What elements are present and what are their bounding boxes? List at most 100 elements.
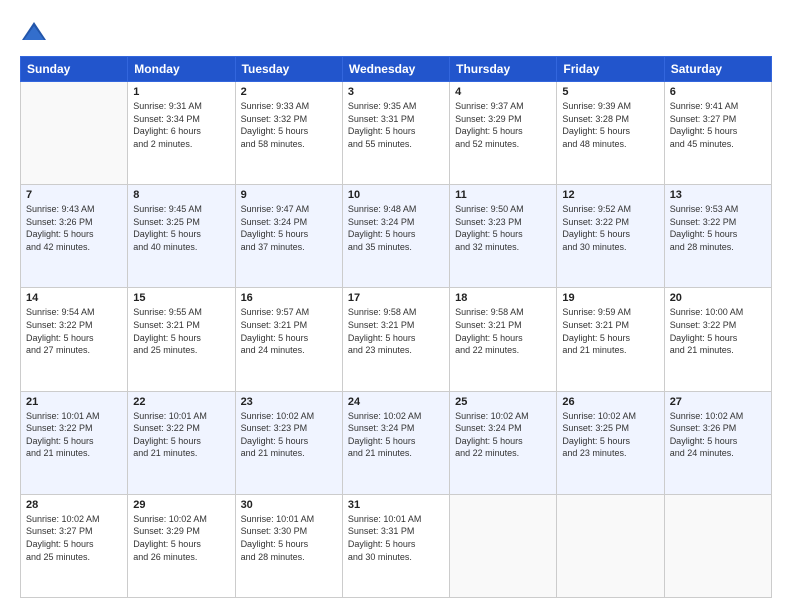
day-info: Sunrise: 9:55 AM Sunset: 3:21 PM Dayligh… xyxy=(133,306,229,356)
calendar-cell: 9 Sunrise: 9:47 AM Sunset: 3:24 PM Daylig… xyxy=(235,185,342,288)
day-info: Sunrise: 9:39 AM Sunset: 3:28 PM Dayligh… xyxy=(562,100,658,150)
day-info: Sunrise: 9:58 AM Sunset: 3:21 PM Dayligh… xyxy=(455,306,551,356)
calendar-cell: 16 Sunrise: 9:57 AM Sunset: 3:21 PM Dayli… xyxy=(235,288,342,391)
day-number: 18 xyxy=(455,292,551,304)
calendar-cell: 14 Sunrise: 9:54 AM Sunset: 3:22 PM Dayli… xyxy=(21,288,128,391)
calendar-cell: 6 Sunrise: 9:41 AM Sunset: 3:27 PM Daylig… xyxy=(664,82,771,185)
day-number: 8 xyxy=(133,189,229,201)
calendar-cell: 2 Sunrise: 9:33 AM Sunset: 3:32 PM Daylig… xyxy=(235,82,342,185)
day-info: Sunrise: 9:41 AM Sunset: 3:27 PM Dayligh… xyxy=(670,100,766,150)
day-info: Sunrise: 10:02 AM Sunset: 3:23 PM Daylig… xyxy=(241,410,337,460)
calendar-cell: 27 Sunrise: 10:02 AM Sunset: 3:26 PM Dayl… xyxy=(664,391,771,494)
calendar-cell: 22Sunrise: 10:01 AM Sunset: 3:22 PM Dayl… xyxy=(128,391,235,494)
day-number: 26 xyxy=(562,396,658,408)
day-number: 19 xyxy=(562,292,658,304)
day-info: Sunrise: 9:53 AM Sunset: 3:22 PM Dayligh… xyxy=(670,203,766,253)
calendar-cell: 28Sunrise: 10:02 AM Sunset: 3:27 PM Dayl… xyxy=(21,494,128,597)
calendar-week-row: 28Sunrise: 10:02 AM Sunset: 3:27 PM Dayl… xyxy=(21,494,772,597)
day-number: 27 xyxy=(670,396,766,408)
calendar-cell: 8 Sunrise: 9:45 AM Sunset: 3:25 PM Daylig… xyxy=(128,185,235,288)
calendar-cell: 25 Sunrise: 10:02 AM Sunset: 3:24 PM Dayl… xyxy=(450,391,557,494)
weekday-header-friday: Friday xyxy=(557,57,664,82)
calendar-week-row: 21 Sunrise: 10:01 AM Sunset: 3:22 PM Dayl… xyxy=(21,391,772,494)
calendar-cell: 24Sunrise: 10:02 AM Sunset: 3:24 PM Dayl… xyxy=(342,391,449,494)
day-number: 3 xyxy=(348,86,444,98)
day-info: Sunrise: 10:02 AM Sunset: 3:26 PM Daylig… xyxy=(670,410,766,460)
calendar-cell: 29Sunrise: 10:02 AM Sunset: 3:29 PM Dayl… xyxy=(128,494,235,597)
day-info: Sunrise: 10:02 AM Sunset: 3:29 PM Daylig… xyxy=(133,513,229,563)
calendar-cell: 20 Sunrise: 10:00 AM Sunset: 3:22 PM Dayl… xyxy=(664,288,771,391)
day-number: 17 xyxy=(348,292,444,304)
logo-icon xyxy=(20,18,48,46)
day-info: Sunrise: 9:59 AM Sunset: 3:21 PM Dayligh… xyxy=(562,306,658,356)
day-info: Sunrise: 9:54 AM Sunset: 3:22 PM Dayligh… xyxy=(26,306,122,356)
calendar-cell xyxy=(557,494,664,597)
day-info: Sunrise: 9:58 AM Sunset: 3:21 PM Dayligh… xyxy=(348,306,444,356)
day-number: 23 xyxy=(241,396,337,408)
calendar-cell xyxy=(664,494,771,597)
day-info: Sunrise: 9:48 AM Sunset: 3:24 PM Dayligh… xyxy=(348,203,444,253)
day-number: 9 xyxy=(241,189,337,201)
day-number: 15 xyxy=(133,292,229,304)
day-info: Sunrise: 10:01 AM Sunset: 3:22 PM Daylig… xyxy=(133,410,229,460)
day-number: 6 xyxy=(670,86,766,98)
weekday-header-tuesday: Tuesday xyxy=(235,57,342,82)
day-number: 5 xyxy=(562,86,658,98)
day-number: 20 xyxy=(670,292,766,304)
calendar-cell: 30 Sunrise: 10:01 AM Sunset: 3:30 PM Dayl… xyxy=(235,494,342,597)
day-info: Sunrise: 10:01 AM Sunset: 3:31 PM Daylig… xyxy=(348,513,444,563)
day-number: 1 xyxy=(133,86,229,98)
day-info: Sunrise: 10:02 AM Sunset: 3:25 PM Daylig… xyxy=(562,410,658,460)
day-info: Sunrise: 9:35 AM Sunset: 3:31 PM Dayligh… xyxy=(348,100,444,150)
calendar-cell: 13 Sunrise: 9:53 AM Sunset: 3:22 PM Dayli… xyxy=(664,185,771,288)
day-number: 2 xyxy=(241,86,337,98)
calendar-cell: 3 Sunrise: 9:35 AM Sunset: 3:31 PM Daylig… xyxy=(342,82,449,185)
day-info: Sunrise: 9:33 AM Sunset: 3:32 PM Dayligh… xyxy=(241,100,337,150)
day-number: 7 xyxy=(26,189,122,201)
page: SundayMondayTuesdayWednesdayThursdayFrid… xyxy=(0,0,792,612)
day-info: Sunrise: 10:02 AM Sunset: 3:27 PM Daylig… xyxy=(26,513,122,563)
day-info: Sunrise: 9:50 AM Sunset: 3:23 PM Dayligh… xyxy=(455,203,551,253)
day-info: Sunrise: 10:01 AM Sunset: 3:30 PM Daylig… xyxy=(241,513,337,563)
calendar-week-row: 7 Sunrise: 9:43 AM Sunset: 3:26 PM Daylig… xyxy=(21,185,772,288)
day-number: 12 xyxy=(562,189,658,201)
day-number: 13 xyxy=(670,189,766,201)
day-info: Sunrise: 10:02 AM Sunset: 3:24 PM Daylig… xyxy=(455,410,551,460)
day-number: 14 xyxy=(26,292,122,304)
calendar-week-row: 1 Sunrise: 9:31 AM Sunset: 3:34 PM Daylig… xyxy=(21,82,772,185)
day-number: 31 xyxy=(348,499,444,511)
day-info: Sunrise: 9:52 AM Sunset: 3:22 PM Dayligh… xyxy=(562,203,658,253)
header xyxy=(20,18,772,46)
day-info: Sunrise: 9:43 AM Sunset: 3:26 PM Dayligh… xyxy=(26,203,122,253)
calendar-cell: 26 Sunrise: 10:02 AM Sunset: 3:25 PM Dayl… xyxy=(557,391,664,494)
day-number: 11 xyxy=(455,189,551,201)
calendar-cell: 12 Sunrise: 9:52 AM Sunset: 3:22 PM Dayli… xyxy=(557,185,664,288)
day-info: Sunrise: 9:45 AM Sunset: 3:25 PM Dayligh… xyxy=(133,203,229,253)
calendar-week-row: 14 Sunrise: 9:54 AM Sunset: 3:22 PM Dayli… xyxy=(21,288,772,391)
calendar-cell: 31 Sunrise: 10:01 AM Sunset: 3:31 PM Dayl… xyxy=(342,494,449,597)
calendar-cell: 4Sunrise: 9:37 AM Sunset: 3:29 PM Daylig… xyxy=(450,82,557,185)
calendar-cell: 21 Sunrise: 10:01 AM Sunset: 3:22 PM Dayl… xyxy=(21,391,128,494)
day-info: Sunrise: 9:47 AM Sunset: 3:24 PM Dayligh… xyxy=(241,203,337,253)
weekday-header-thursday: Thursday xyxy=(450,57,557,82)
day-info: Sunrise: 10:02 AM Sunset: 3:24 PM Daylig… xyxy=(348,410,444,460)
logo xyxy=(20,18,52,46)
day-number: 30 xyxy=(241,499,337,511)
day-info: Sunrise: 10:00 AM Sunset: 3:22 PM Daylig… xyxy=(670,306,766,356)
day-number: 16 xyxy=(241,292,337,304)
calendar-cell: 5 Sunrise: 9:39 AM Sunset: 3:28 PM Daylig… xyxy=(557,82,664,185)
calendar-cell: 18 Sunrise: 9:58 AM Sunset: 3:21 PM Dayli… xyxy=(450,288,557,391)
day-number: 25 xyxy=(455,396,551,408)
calendar-cell: 23 Sunrise: 10:02 AM Sunset: 3:23 PM Dayl… xyxy=(235,391,342,494)
day-number: 21 xyxy=(26,396,122,408)
calendar-table: SundayMondayTuesdayWednesdayThursdayFrid… xyxy=(20,56,772,598)
calendar-cell: 10Sunrise: 9:48 AM Sunset: 3:24 PM Dayli… xyxy=(342,185,449,288)
calendar-cell: 1 Sunrise: 9:31 AM Sunset: 3:34 PM Daylig… xyxy=(128,82,235,185)
weekday-header-sunday: Sunday xyxy=(21,57,128,82)
weekday-header-saturday: Saturday xyxy=(664,57,771,82)
calendar-cell: 17 Sunrise: 9:58 AM Sunset: 3:21 PM Dayli… xyxy=(342,288,449,391)
day-info: Sunrise: 9:57 AM Sunset: 3:21 PM Dayligh… xyxy=(241,306,337,356)
day-info: Sunrise: 10:01 AM Sunset: 3:22 PM Daylig… xyxy=(26,410,122,460)
day-info: Sunrise: 9:31 AM Sunset: 3:34 PM Dayligh… xyxy=(133,100,229,150)
calendar-cell: 7 Sunrise: 9:43 AM Sunset: 3:26 PM Daylig… xyxy=(21,185,128,288)
